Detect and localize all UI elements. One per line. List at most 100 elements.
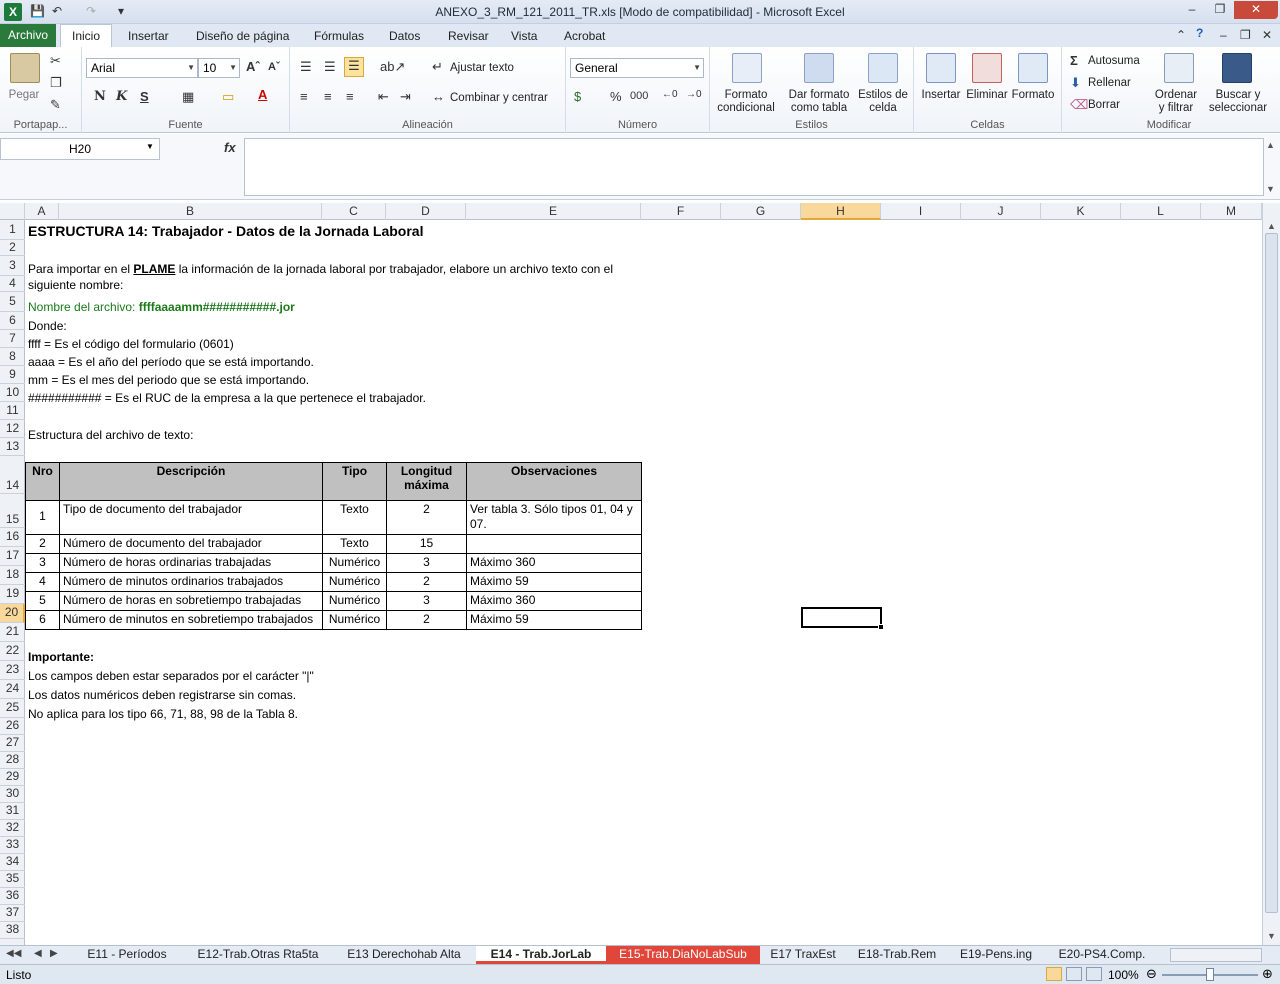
zoom-level[interactable]: 100% [1108, 968, 1139, 982]
row-header[interactable]: 35 [0, 871, 25, 888]
col-h[interactable]: H [801, 203, 881, 220]
cell-descripcion[interactable]: Número de minutos ordinarios trabajados [59, 572, 323, 592]
percent-button[interactable]: % [610, 89, 622, 104]
row-header[interactable]: 5 [0, 292, 25, 312]
header-nro[interactable]: Nro [25, 462, 60, 501]
cell-observaciones[interactable]: Máximo 360 [466, 591, 642, 611]
col-g[interactable]: G [721, 203, 801, 220]
cell-observaciones[interactable]: Máximo 360 [466, 553, 642, 573]
grow-font-icon[interactable]: Aˆ [246, 59, 260, 74]
row-header[interactable]: 32 [0, 820, 25, 837]
row-header[interactable]: 1 [0, 220, 25, 240]
cell-tipo[interactable]: Numérico [322, 591, 387, 611]
name-box[interactable]: H20 [0, 138, 160, 160]
wrap-text-button[interactable]: Ajustar texto [450, 62, 514, 74]
row-header[interactable]: 37 [0, 905, 25, 922]
tab-formulas[interactable]: Fórmulas [308, 28, 370, 44]
find-select-icon[interactable] [1222, 53, 1252, 83]
row-header[interactable]: 9 [0, 366, 25, 384]
cell-longitud[interactable]: 3 [386, 553, 467, 573]
borders-icon[interactable]: ▦ [182, 89, 194, 105]
fill-color-icon[interactable]: ▭ [222, 89, 234, 105]
row-header[interactable]: 30 [0, 786, 25, 803]
font-color-icon[interactable]: A [258, 87, 267, 102]
conditional-format-icon[interactable] [732, 53, 762, 83]
col-b[interactable]: B [59, 203, 322, 220]
thousands-button[interactable]: 000 [630, 90, 648, 102]
tab-vista[interactable]: Vista [505, 28, 543, 44]
clear-icon[interactable]: ⌫ [1070, 97, 1088, 113]
page-layout-view-icon[interactable] [1066, 967, 1082, 981]
row-header[interactable]: 33 [0, 837, 25, 854]
align-bottom-icon[interactable]: ☰ [344, 57, 364, 77]
row-header[interactable]: 38 [0, 922, 25, 939]
cell-longitud[interactable]: 15 [386, 534, 467, 554]
tab-acrobat[interactable]: Acrobat [558, 28, 611, 44]
row-header[interactable]: 36 [0, 888, 25, 905]
number-format-combo[interactable]: General ▼ [570, 58, 704, 78]
col-c[interactable]: C [322, 203, 386, 220]
align-top-icon[interactable]: ☰ [300, 59, 312, 75]
tab-insertar[interactable]: Insertar [122, 28, 175, 44]
cell-descripcion[interactable]: Número de minutos en sobretiempo trabaja… [59, 610, 323, 630]
row-header[interactable]: 3 [0, 256, 25, 276]
header-descripcion[interactable]: Descripción [59, 462, 323, 501]
selected-cell-h20[interactable] [801, 607, 882, 628]
insert-cells-icon[interactable] [926, 53, 956, 83]
autosum-icon[interactable]: Σ [1070, 53, 1078, 68]
prev-sheet-icon[interactable]: ◀ [34, 948, 42, 959]
col-j[interactable]: J [961, 203, 1041, 220]
clear-button[interactable]: Borrar [1088, 99, 1120, 111]
sort-filter-button[interactable]: Ordenar y filtrar [1148, 89, 1204, 115]
copy-icon[interactable]: ❐ [50, 75, 62, 91]
cell-longitud[interactable]: 2 [386, 500, 467, 535]
doc-restore-icon[interactable]: ❐ [1240, 28, 1251, 42]
decrease-decimal-icon[interactable]: →0 [686, 89, 702, 100]
format-painter-icon[interactable]: ✎ [50, 97, 61, 113]
cell-tipo[interactable]: Numérico [322, 572, 387, 592]
sheet-tab-e12[interactable]: E12-Trab.Otras Rta5ta [184, 946, 332, 964]
doc-minimize-icon[interactable]: – [1220, 28, 1227, 42]
cell-nro[interactable]: 5 [25, 591, 60, 611]
header-longitud[interactable]: Longitud máxima [386, 462, 467, 501]
cell-tipo[interactable]: Numérico [322, 610, 387, 630]
first-sheet-icon[interactable]: ◀◀ [6, 948, 21, 959]
row-header[interactable]: 14 [0, 456, 25, 494]
col-e[interactable]: E [466, 203, 641, 220]
cell-styles-icon[interactable] [868, 53, 898, 83]
italic-button[interactable]: K [116, 89, 127, 104]
underline-button[interactable]: S [140, 89, 149, 104]
cell-nro[interactable]: 2 [25, 534, 60, 554]
decrease-indent-icon[interactable]: ⇤ [378, 89, 389, 105]
cell-styles-button[interactable]: Estilos de celda [854, 89, 912, 115]
paste-button[interactable]: Pegar [4, 89, 44, 102]
row-header[interactable]: 2 [0, 240, 25, 256]
fill-handle[interactable] [878, 624, 884, 630]
sheet-tab-e17[interactable]: E17 TraxEst [760, 946, 846, 964]
cell-tipo[interactable]: Texto [322, 534, 387, 554]
cell-observaciones[interactable]: Ver tabla 3. Sólo tipos 01, 04 y 07. [466, 500, 642, 535]
row-header[interactable]: 17 [0, 547, 25, 566]
col-f[interactable]: F [641, 203, 721, 220]
tab-archivo[interactable]: Archivo [0, 24, 56, 47]
col-d[interactable]: D [386, 203, 466, 220]
tab-diseno[interactable]: Diseño de página [190, 28, 295, 44]
col-k[interactable]: K [1041, 203, 1121, 220]
format-table-button[interactable]: Dar formato como tabla [784, 89, 854, 115]
zoom-out-icon[interactable]: ⊖ [1146, 966, 1157, 982]
font-name-combo[interactable]: Arial ▼ [86, 58, 198, 78]
header-observaciones[interactable]: Observaciones [466, 462, 642, 501]
help-icon[interactable]: ? [1196, 26, 1203, 40]
minimize-icon[interactable]: – [1178, 1, 1206, 19]
increase-indent-icon[interactable]: ⇥ [400, 89, 411, 105]
orientation-icon[interactable]: ab↗ [380, 59, 405, 75]
delete-cells-icon[interactable] [972, 53, 1002, 83]
fill-icon[interactable]: ⬇ [1070, 75, 1081, 91]
shrink-font-icon[interactable]: Aˇ [268, 61, 280, 73]
cell-nro[interactable]: 6 [25, 610, 60, 630]
next-sheet-icon[interactable]: ▶ [50, 948, 58, 959]
tab-revisar[interactable]: Revisar [442, 28, 495, 44]
row-header[interactable]: 27 [0, 735, 25, 752]
insert-cells-button[interactable]: Insertar [916, 89, 966, 102]
cell-longitud[interactable]: 3 [386, 591, 467, 611]
